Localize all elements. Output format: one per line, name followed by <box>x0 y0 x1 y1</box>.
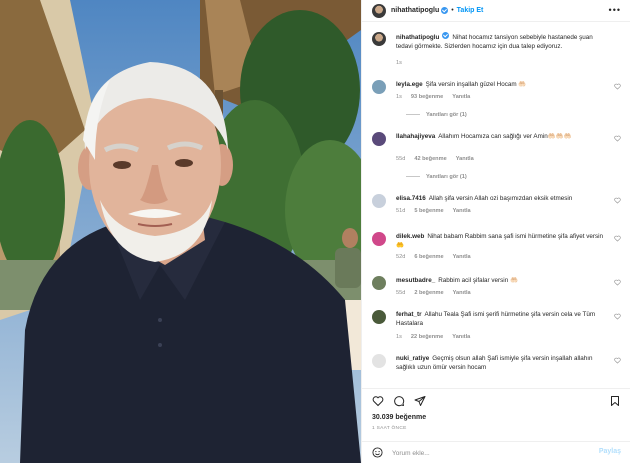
comment-likes[interactable]: 93 beğenme <box>411 94 443 100</box>
comment-body: Allah şifa versin Allah ozi başımızdan e… <box>428 195 573 202</box>
reply-button[interactable]: Yanıtla <box>453 208 471 214</box>
comments-list[interactable]: nihathatipoglu Nihat hocamız tansiyon seb… <box>362 28 630 386</box>
follow-button[interactable]: Takip Et <box>457 7 484 14</box>
caption-age: 1s <box>396 60 402 66</box>
comment-body: Allahu Teala Şafi ismi şerifi hürmetine … <box>396 311 596 327</box>
comment-text: leyla.ege Şifa versin inşallah güzel Hoca… <box>396 80 608 89</box>
comment-age: 55d <box>396 156 406 162</box>
reply-button[interactable]: Yanıtla <box>452 334 470 340</box>
comment-likes[interactable]: 2 beğenme <box>414 290 443 296</box>
commenter-username[interactable]: elisa.7416 <box>396 195 426 202</box>
post-actions: 30.039 beğenme 1 SAAT ÖNCE <box>362 388 630 438</box>
comment-likes[interactable]: 22 beğenme <box>411 334 443 340</box>
heart-icon[interactable] <box>614 135 621 142</box>
more-icon[interactable]: ••• <box>609 5 621 15</box>
comment-text: elisa.7416 Allah şifa versin Allah ozi ba… <box>396 194 608 203</box>
commenter-username[interactable]: leyla.ege <box>396 81 423 88</box>
commenter-avatar[interactable] <box>372 80 386 94</box>
author-username[interactable]: nihathatipoglu <box>391 7 439 14</box>
list-item: nuki_ratiye Geçmiş olsun allah Şafi ismiy… <box>372 354 627 386</box>
heart-icon[interactable] <box>614 197 621 204</box>
commenter-username[interactable]: dilek.web <box>396 233 424 240</box>
reply-button[interactable]: Yanıtla <box>452 94 470 100</box>
caption-meta: 1s <box>396 60 411 66</box>
post-header: nihathatipoglu • Takip Et ••• <box>362 0 630 22</box>
caption-username[interactable]: nihathatipoglu <box>396 34 439 41</box>
heart-icon[interactable] <box>614 313 621 320</box>
commenter-avatar[interactable] <box>372 354 386 368</box>
commenter-avatar[interactable] <box>372 310 386 324</box>
commenter-username[interactable]: llahahajiyeva <box>396 133 435 140</box>
comment-age: 52d <box>396 254 406 260</box>
caption-avatar[interactable] <box>372 32 386 46</box>
comment-likes[interactable]: 5 beğenme <box>414 208 443 214</box>
share-icon[interactable] <box>414 395 426 407</box>
view-replies-button[interactable]: Yanıtları gör (1) <box>406 112 467 118</box>
comment-meta: 55d 2 beğenme Yanıtla <box>396 290 480 296</box>
list-item: leyla.ege Şifa versin inşallah güzel Hoca… <box>372 80 627 132</box>
comment-age: 55d <box>396 290 406 296</box>
post-comment-button[interactable]: Paylaş <box>599 448 621 455</box>
heart-icon[interactable] <box>614 235 621 242</box>
separator-dot: • <box>451 7 454 14</box>
commenter-avatar[interactable] <box>372 194 386 208</box>
commenter-avatar[interactable] <box>372 132 386 146</box>
comment-input[interactable] <box>392 446 582 460</box>
verified-icon <box>442 32 450 39</box>
comment-text: dilek.web Nihat babam Rabbim sana şafi is… <box>396 232 608 250</box>
comment-age: 51d <box>396 208 406 214</box>
comment-age: 1s <box>396 334 402 340</box>
heart-icon[interactable] <box>614 357 621 364</box>
post-caption: nihathatipoglu Nihat hocamız tansiyon seb… <box>372 32 627 72</box>
comment-meta: 51d 5 beğenme Yanıtla <box>396 208 480 214</box>
like-count[interactable]: 30.039 beğenme <box>372 414 426 421</box>
comment-meta: 52d 6 beğenme Yanıtla <box>396 254 480 260</box>
heart-icon[interactable] <box>372 395 384 407</box>
commenter-username[interactable]: nuki_ratiye <box>396 355 429 362</box>
list-item: elisa.7416 Allah şifa versin Allah ozi ba… <box>372 194 627 230</box>
comment-text: llahahajiyeva Allahım Hocamıza can sağlığ… <box>396 132 608 141</box>
list-item: ferhat_tr Allahu Teala Şafi ismi şerifi h… <box>372 310 627 352</box>
comment-meta: 1s 22 beğenme Yanıtla <box>396 334 479 340</box>
comment-icon[interactable] <box>393 395 405 407</box>
comment-text: nuki_ratiye Geçmiş olsun allah Şafi ismiy… <box>396 354 608 372</box>
commenter-avatar[interactable] <box>372 276 386 290</box>
commenter-username[interactable]: ferhat_tr <box>396 311 422 318</box>
view-replies-button[interactable]: Yanıtları gör (1) <box>406 174 467 180</box>
portrait-image <box>0 0 361 463</box>
comment-meta: 1s 93 beğenme Yanıtla <box>396 94 479 100</box>
author-avatar[interactable] <box>372 3 386 18</box>
reply-button[interactable]: Yanıtla <box>453 254 471 260</box>
commenter-avatar[interactable] <box>372 232 386 246</box>
comment-age: 1s <box>396 94 402 100</box>
list-item: llahahajiyeva Allahım Hocamıza can sağlığ… <box>372 132 627 190</box>
heart-icon[interactable] <box>614 279 621 286</box>
comment-meta: 55d 42 beğenme Yanıtla <box>396 156 483 162</box>
commenter-username[interactable]: mesutbadre_ <box>396 277 435 284</box>
post-photo <box>0 0 361 463</box>
comment-text: mesutbadre_ Rabbim acil şifalar versin 🤲🏻 <box>396 276 608 285</box>
comment-body: Allahım Hocamıza can sağlığı ver Amin🤲🏻🤲… <box>438 133 572 140</box>
heart-icon[interactable] <box>614 83 621 90</box>
comment-body: Nihat babam Rabbim sana şafi ismi hürmet… <box>396 233 604 249</box>
comment-text: ferhat_tr Allahu Teala Şafi ismi şerifi h… <box>396 310 608 328</box>
bookmark-icon[interactable] <box>609 395 621 407</box>
caption-text: nihathatipoglu Nihat hocamız tansiyon seb… <box>396 32 608 51</box>
emoji-icon[interactable] <box>372 447 383 458</box>
reply-button[interactable]: Yanıtla <box>453 290 471 296</box>
reply-button[interactable]: Yanıtla <box>456 156 474 162</box>
comment-composer: Paylaş <box>362 441 630 463</box>
comment-body: Rabbim acil şifalar versin 🤲🏻 <box>438 277 518 284</box>
verified-icon <box>441 7 449 14</box>
list-item: dilek.web Nihat babam Rabbim sana şafi is… <box>372 232 627 272</box>
comment-body: Şifa versin inşallah güzel Hocam 🤲🏻 <box>425 81 527 88</box>
post-panel: nihathatipoglu • Takip Et ••• nihathatip… <box>361 0 630 463</box>
list-item: mesutbadre_ Rabbim acil şifalar versin 🤲🏻… <box>372 276 627 308</box>
comment-likes[interactable]: 6 beğenme <box>414 254 443 260</box>
comment-likes[interactable]: 42 beğenme <box>414 156 446 162</box>
post-time: 1 SAAT ÖNCE <box>372 426 407 431</box>
